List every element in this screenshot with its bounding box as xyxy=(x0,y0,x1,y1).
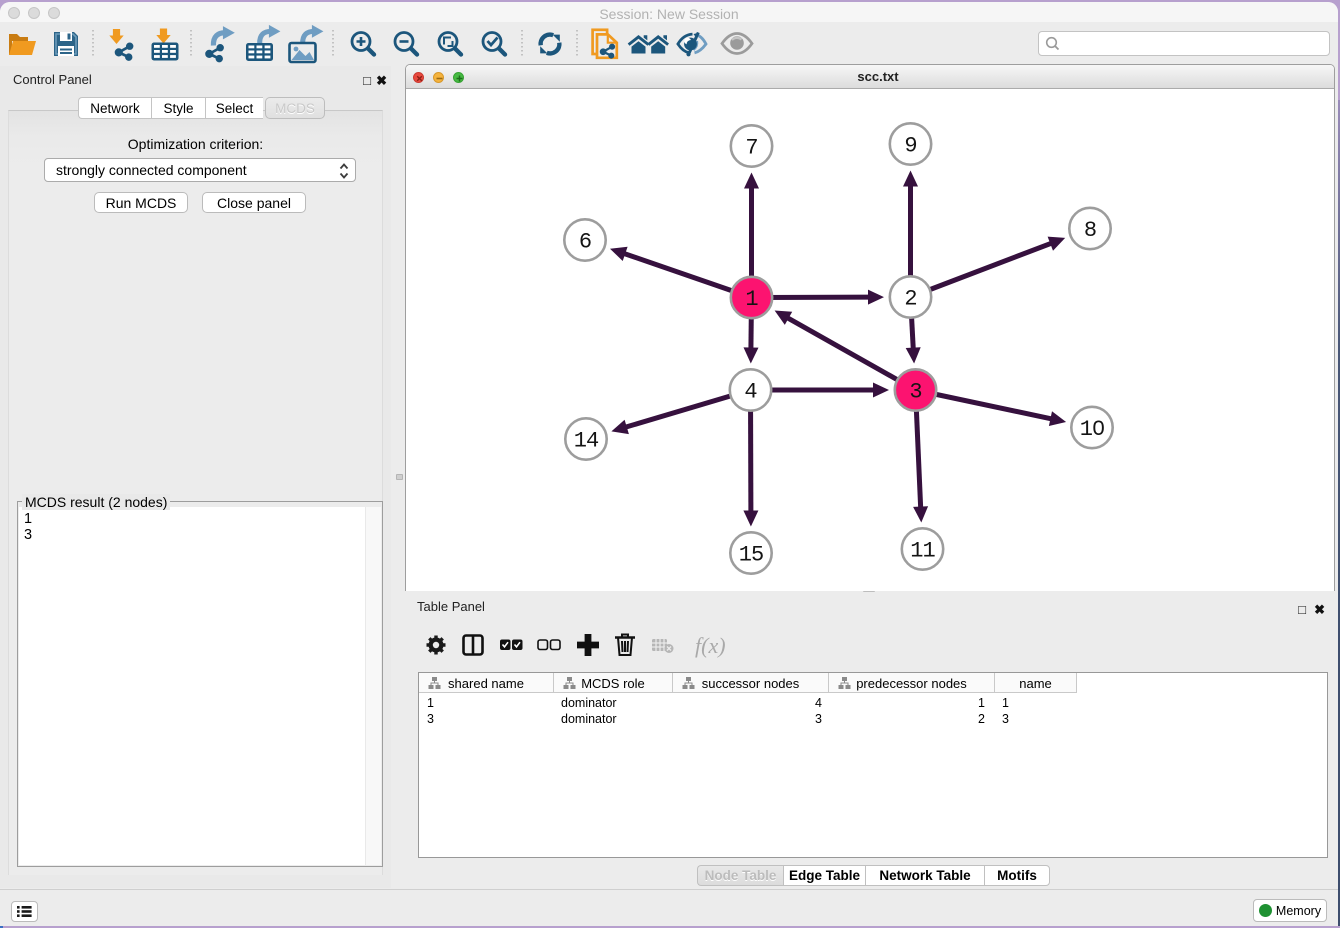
svg-text:3: 3 xyxy=(909,380,921,405)
svg-text:7: 7 xyxy=(745,136,757,161)
svg-text:15: 15 xyxy=(739,543,763,568)
svg-text:9: 9 xyxy=(904,134,916,159)
svg-text:4: 4 xyxy=(744,380,757,405)
svg-text:8: 8 xyxy=(1084,218,1096,243)
svg-text:11: 11 xyxy=(910,539,935,564)
svg-text:f(x): f(x) xyxy=(695,633,726,658)
svg-text:6: 6 xyxy=(579,230,591,255)
svg-text:1: 1 xyxy=(745,287,758,312)
svg-text:2: 2 xyxy=(904,287,916,312)
svg-text:10: 10 xyxy=(1080,417,1104,442)
svg-text:14: 14 xyxy=(574,429,599,454)
